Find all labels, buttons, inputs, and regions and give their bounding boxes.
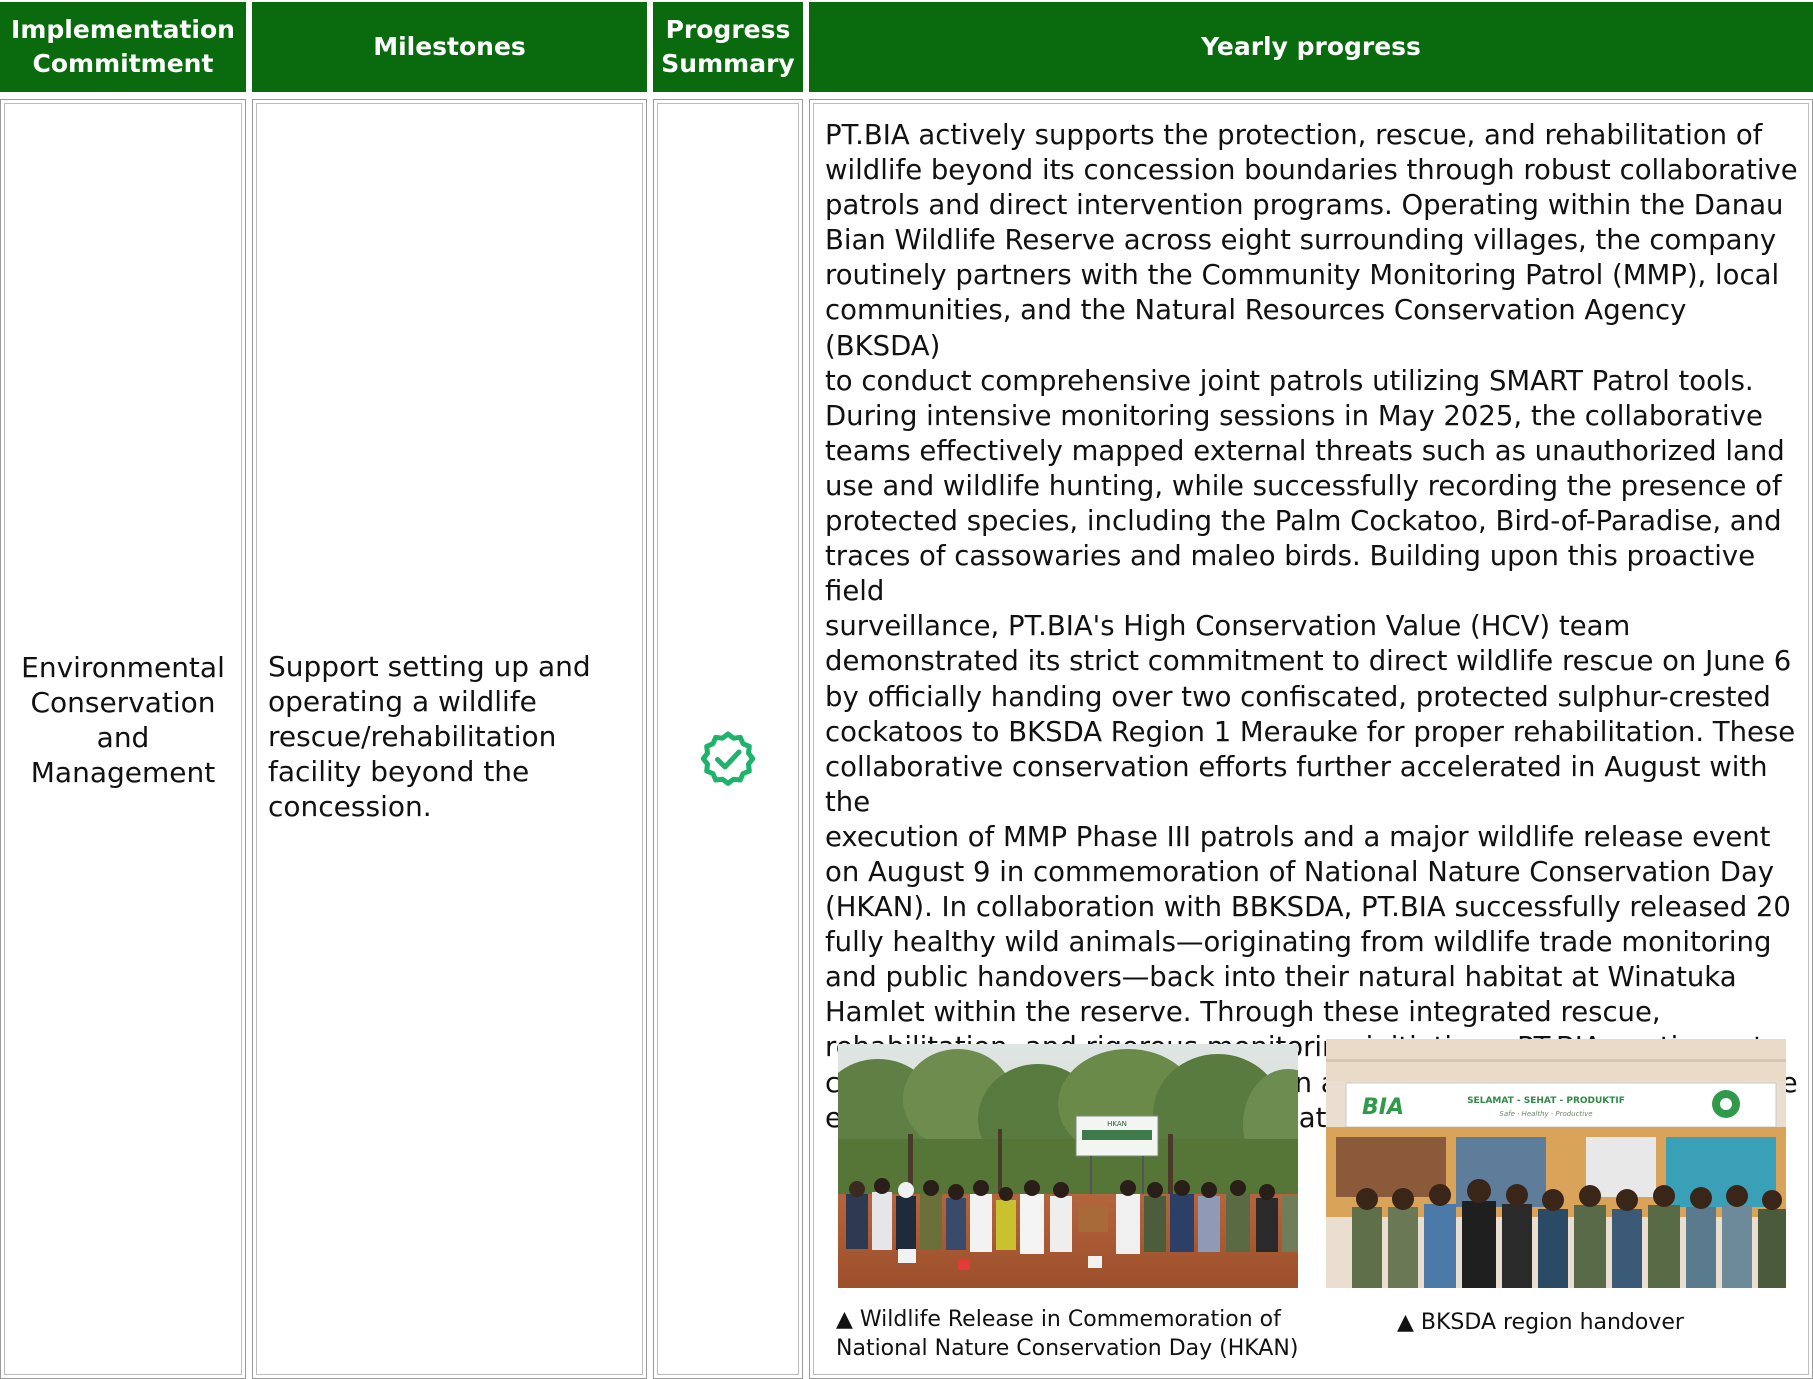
header-yearly-progress: Yearly progress <box>809 2 1813 92</box>
header-milestones: Milestones <box>252 2 647 92</box>
progress-status <box>698 730 758 790</box>
header-yearly-progress-label: Yearly progress <box>1201 32 1421 61</box>
logo-text: BIA <box>1362 1095 1404 1120</box>
header-implementation-commitment-label: Implementation Commitment <box>11 15 235 78</box>
header-implementation-commitment: Implementation Commitment <box>0 2 246 92</box>
check-badge-icon <box>700 731 756 786</box>
yearly-progress-text: PT.BIA actively supports the protection,… <box>825 119 1798 1134</box>
banner-text: HKAN <box>1107 1120 1127 1128</box>
banner-subtext: Safe · Healthy · Productive <box>1499 1110 1592 1118</box>
photo-wildlife-release: HKAN <box>838 1044 1298 1288</box>
banner-text: SELAMAT - SEHAT - PRODUKTIF <box>1467 1096 1625 1106</box>
photo-caption-wildlife-release: ▲ Wildlife Release in Commemoration of N… <box>836 1307 1299 1361</box>
header-progress-summary-label: Progress Summary <box>661 15 795 78</box>
header-progress-summary: Progress Summary <box>653 2 803 92</box>
photo-caption-bksda-handover: ▲ BKSDA region handover <box>1397 1310 1684 1335</box>
photo-bksda-handover: BIA SELAMAT - SEHAT - PRODUKTIF Safe · H… <box>1326 1039 1786 1288</box>
header-milestones-label: Milestones <box>373 32 526 61</box>
milestone-text: Support setting up and operating a wildl… <box>268 650 591 823</box>
commitment-text: Environmental Conservation and Managemen… <box>21 651 225 789</box>
